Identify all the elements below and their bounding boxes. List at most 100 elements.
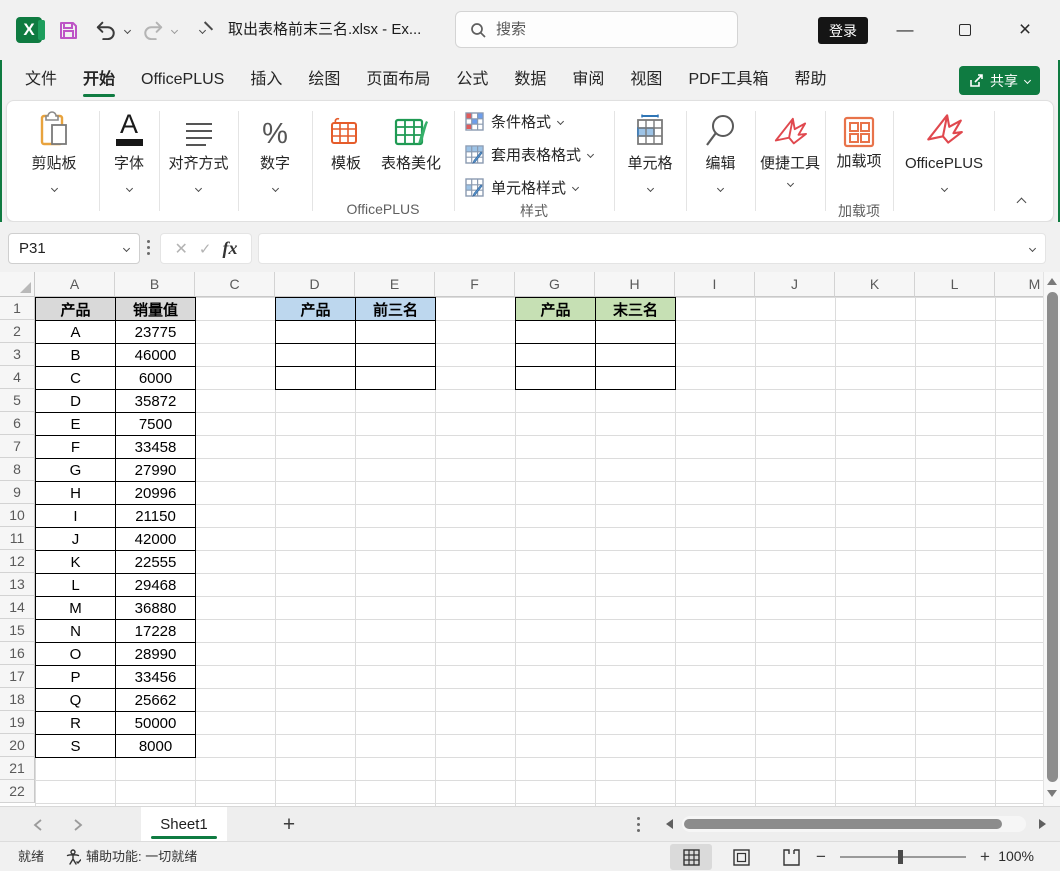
redo-dropdown[interactable] [167, 18, 181, 42]
table-cell[interactable]: 35872 [116, 390, 196, 413]
row-header[interactable]: 6 [0, 412, 35, 435]
table-cell[interactable]: 28990 [116, 643, 196, 666]
table-cell[interactable]: F [36, 436, 116, 459]
table-cell[interactable]: 42000 [116, 528, 196, 551]
ribbon-group-font[interactable]: A 字体 [99, 107, 159, 196]
table-header-cell[interactable]: 销量值 [116, 298, 196, 321]
ribbon-group-clipboard[interactable]: 剪贴板 [11, 107, 97, 196]
table-header-cell[interactable]: 产品 [36, 298, 116, 321]
table-header-cell[interactable]: 末三名 [596, 298, 676, 321]
table-cell[interactable]: O [36, 643, 116, 666]
column-header[interactable]: A [35, 272, 115, 297]
ribbon-tab[interactable]: OfficePLUS [128, 60, 237, 100]
row-header[interactable]: 20 [0, 734, 35, 757]
table-cell[interactable]: P [36, 666, 116, 689]
ribbon-group-editing[interactable]: 编辑 [686, 107, 755, 196]
column-header[interactable]: H [595, 272, 675, 297]
cancel-entry-icon[interactable]: ✕ [175, 239, 188, 259]
ribbon-tab[interactable]: 页面布局 [353, 60, 443, 100]
formula-bar-expand-icon[interactable] [1029, 245, 1036, 252]
horizontal-scrollbar[interactable] [660, 813, 1050, 835]
row-header[interactable]: 21 [0, 757, 35, 780]
scroll-down-icon[interactable] [1047, 790, 1057, 797]
table-header-cell[interactable]: 产品 [516, 298, 596, 321]
column-header[interactable]: D [275, 272, 355, 297]
row-header[interactable]: 10 [0, 504, 35, 527]
row-header[interactable]: 16 [0, 642, 35, 665]
row-header[interactable]: 3 [0, 343, 35, 366]
previous-sheet-button[interactable] [28, 815, 48, 835]
page-break-view-button[interactable] [770, 844, 812, 870]
ribbon-tab[interactable]: 公式 [443, 60, 501, 100]
table-cell[interactable]: 17228 [116, 620, 196, 643]
column-header[interactable]: E [355, 272, 435, 297]
table-cell[interactable]: M [36, 597, 116, 620]
officeplus-button[interactable]: OfficePLUS [897, 107, 991, 196]
table-cell[interactable]: B [36, 344, 116, 367]
conditional-format-button[interactable]: 条件格式 [465, 108, 610, 134]
row-header[interactable]: 5 [0, 389, 35, 412]
table-cell[interactable] [596, 321, 676, 344]
table-cell[interactable] [276, 344, 356, 367]
zoom-in-button[interactable]: + [978, 847, 992, 867]
table-cell[interactable]: 50000 [116, 712, 196, 735]
row-header[interactable]: 1 [0, 297, 35, 320]
table-cell[interactable]: G [36, 459, 116, 482]
row-header[interactable]: 12 [0, 550, 35, 573]
table-header-cell[interactable]: 前三名 [356, 298, 436, 321]
ribbon-tab[interactable]: 文件 [12, 60, 70, 100]
vertical-scrollbar[interactable] [1043, 272, 1060, 806]
table-cell[interactable]: 21150 [116, 505, 196, 528]
table-cell[interactable]: 8000 [116, 735, 196, 758]
table-cell[interactable]: I [36, 505, 116, 528]
column-header[interactable]: M [995, 272, 1043, 297]
row-header[interactable]: 22 [0, 780, 35, 803]
ribbon-group-cells[interactable]: 单元格 [614, 107, 686, 196]
column-header[interactable]: K [835, 272, 915, 297]
table-cell[interactable] [356, 321, 436, 344]
table-cell[interactable]: D [36, 390, 116, 413]
ribbon-tab[interactable]: 绘图 [295, 60, 353, 100]
table-cell[interactable] [356, 344, 436, 367]
search-input[interactable] [496, 21, 696, 38]
formula-bar-grip-icon[interactable] [147, 240, 150, 255]
table-cell[interactable]: 20996 [116, 482, 196, 505]
row-header[interactable]: 17 [0, 665, 35, 688]
table-cell[interactable]: 33458 [116, 436, 196, 459]
undo-button[interactable] [94, 18, 118, 42]
zoom-slider-thumb[interactable] [898, 850, 903, 864]
confirm-entry-icon[interactable]: ✓ [199, 240, 212, 258]
qat-customize-button[interactable] [190, 18, 214, 42]
table-cell[interactable] [516, 344, 596, 367]
row-header[interactable]: 19 [0, 711, 35, 734]
table-cell[interactable] [276, 367, 356, 390]
table-header-cell[interactable]: 产品 [276, 298, 356, 321]
row-header[interactable]: 15 [0, 619, 35, 642]
row-header[interactable]: 7 [0, 435, 35, 458]
undo-dropdown[interactable] [120, 18, 134, 42]
sign-in-button[interactable]: 登录 [818, 17, 868, 44]
redo-button[interactable] [141, 18, 165, 42]
table-cell[interactable]: 29468 [116, 574, 196, 597]
page-layout-view-button[interactable] [720, 844, 762, 870]
ribbon-group-number[interactable]: % 数字 [238, 107, 312, 196]
table-cell[interactable]: 22555 [116, 551, 196, 574]
table-cell[interactable]: C [36, 367, 116, 390]
addins-button[interactable]: 加载项 [829, 107, 889, 171]
column-header[interactable]: B [115, 272, 195, 297]
table-cell[interactable]: 6000 [116, 367, 196, 390]
row-header[interactable]: 8 [0, 458, 35, 481]
zoom-level[interactable]: 100% [998, 842, 1034, 871]
row-header[interactable]: 4 [0, 366, 35, 389]
maximize-button[interactable] [948, 14, 982, 46]
table-beautify-button[interactable]: 表格美化 [373, 107, 449, 173]
name-box[interactable]: P31 [8, 233, 140, 264]
table-cell[interactable]: E [36, 413, 116, 436]
save-button[interactable] [56, 18, 80, 42]
table-cell[interactable]: A [36, 321, 116, 344]
ribbon-tab[interactable]: 数据 [501, 60, 559, 100]
insert-function-icon[interactable]: fx [222, 238, 237, 259]
row-header[interactable]: 11 [0, 527, 35, 550]
scroll-right-icon[interactable] [1039, 819, 1046, 829]
template-button[interactable]: 模板 [317, 107, 375, 173]
